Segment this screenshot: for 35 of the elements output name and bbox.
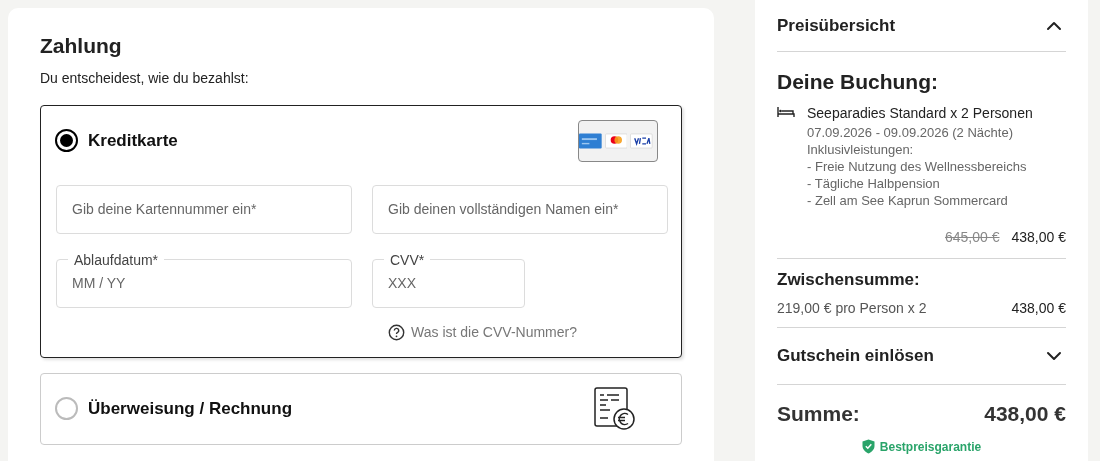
booking-detail: - Freie Nutzung des Wellnessbereichs [807,157,1028,175]
subtotal-detail: 219,00 € pro Person x 2 [777,299,927,318]
section-title: Zahlung [40,33,123,59]
option-label: Kreditkarte [88,129,178,152]
booking-detail: - Zell am See Kaprun Sommercard [807,191,1009,209]
voucher-toggle[interactable]: Gutschein einlösen [777,343,934,369]
booking-title: Deine Buchung: [777,69,939,95]
chevron-down-icon[interactable] [1046,351,1062,361]
bed-icon [777,105,795,118]
radio-button[interactable] [55,397,78,420]
input-field[interactable]: Gib deine Kartennummer ein* [56,184,352,234]
radio-button[interactable] [55,129,78,152]
shield-check-icon [861,439,875,454]
booking-detail: Inklusivleistungen: [807,140,915,158]
cvv-help-link[interactable]: Was ist die CVV-Nummer? [411,321,577,343]
total-label: Summe: [777,401,860,427]
input-field[interactable]: Gib deinen vollständigen Namen ein* [372,184,668,234]
best-price-label: Bestpreisgarantie [879,438,982,456]
total-amount: 438,00 € [984,401,1066,427]
panel-title[interactable]: Preisübersicht [777,12,896,39]
chevron-up-icon[interactable] [1046,20,1062,31]
subtotal-amount: 438,00 € [1011,299,1066,318]
card-logos-icon [578,119,658,162]
booking-detail: - Tägliche Halbpension [807,174,941,192]
section-subtitle: Du entscheidest, wie du bezahlst: [40,68,250,88]
invoice-euro-icon [593,385,637,432]
help-icon [388,323,406,341]
subtotal-title: Zwischensumme: [777,268,921,291]
option-label: Überweisung / Rechnung [88,397,293,420]
booking-item-name: Seeparadies Standard x 2 Personen [807,103,1033,123]
price: 438,00 € [1011,227,1066,247]
booking-detail: 07.09.2026 - 09.09.2026 (2 Nächte) [807,123,1014,141]
payment-option[interactable]: Überweisung / Rechnung [40,372,682,445]
payment-option[interactable]: Kreditkarte Gib deine Kartennummer ein* Gib deinen vollständigen Namen ein* Ablaufdatum* MM / YY CVV* XXX Was ist die CVV-Nummer? [40,104,682,358]
old-price: 645,00 € [945,227,1000,247]
